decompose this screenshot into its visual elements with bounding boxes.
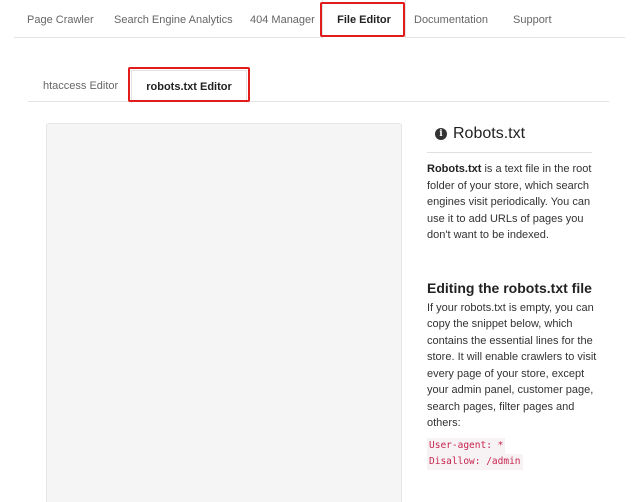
tab-404-manager[interactable]: 404 Manager: [250, 0, 315, 38]
code-line: Disallow: /admin: [427, 453, 523, 470]
intro-paragraph: Robots.txt is a text file in the root fo…: [427, 161, 597, 244]
sidebar-divider: [427, 152, 592, 153]
robots-txt-textarea[interactable]: [46, 123, 402, 502]
code-line: User-agent: *: [427, 437, 506, 454]
editing-heading: Editing the robots.txt file: [427, 279, 592, 296]
code-snippet: User-agent: * Disallow: /admin: [427, 437, 597, 470]
tab-documentation[interactable]: Documentation: [414, 0, 488, 38]
tab-robots-txt-editor[interactable]: robots.txt Editor: [131, 70, 247, 103]
sub-navigation: htaccess Editor robots.txt Editor: [28, 70, 609, 103]
tab-htaccess-editor[interactable]: htaccess Editor: [43, 70, 118, 102]
help-sidebar: i Robots.txt Robots.txt is a text file i…: [427, 120, 597, 470]
sidebar-title: i Robots.txt: [427, 120, 597, 148]
tab-file-editor[interactable]: File Editor: [322, 0, 406, 38]
sidebar-title-text: Robots.txt: [453, 125, 526, 142]
editing-paragraph: If your robots.txt is empty, you can cop…: [427, 301, 597, 430]
info-circle-icon: i: [435, 128, 447, 140]
tab-search-engine-analytics[interactable]: Search Engine Analytics: [114, 0, 233, 38]
tab-page-crawler[interactable]: Page Crawler: [27, 0, 94, 38]
intro-bold: Robots.txt: [427, 163, 482, 175]
top-navigation: Page Crawler Search Engine Analytics 404…: [14, 0, 625, 38]
tab-support[interactable]: Support: [513, 0, 552, 38]
